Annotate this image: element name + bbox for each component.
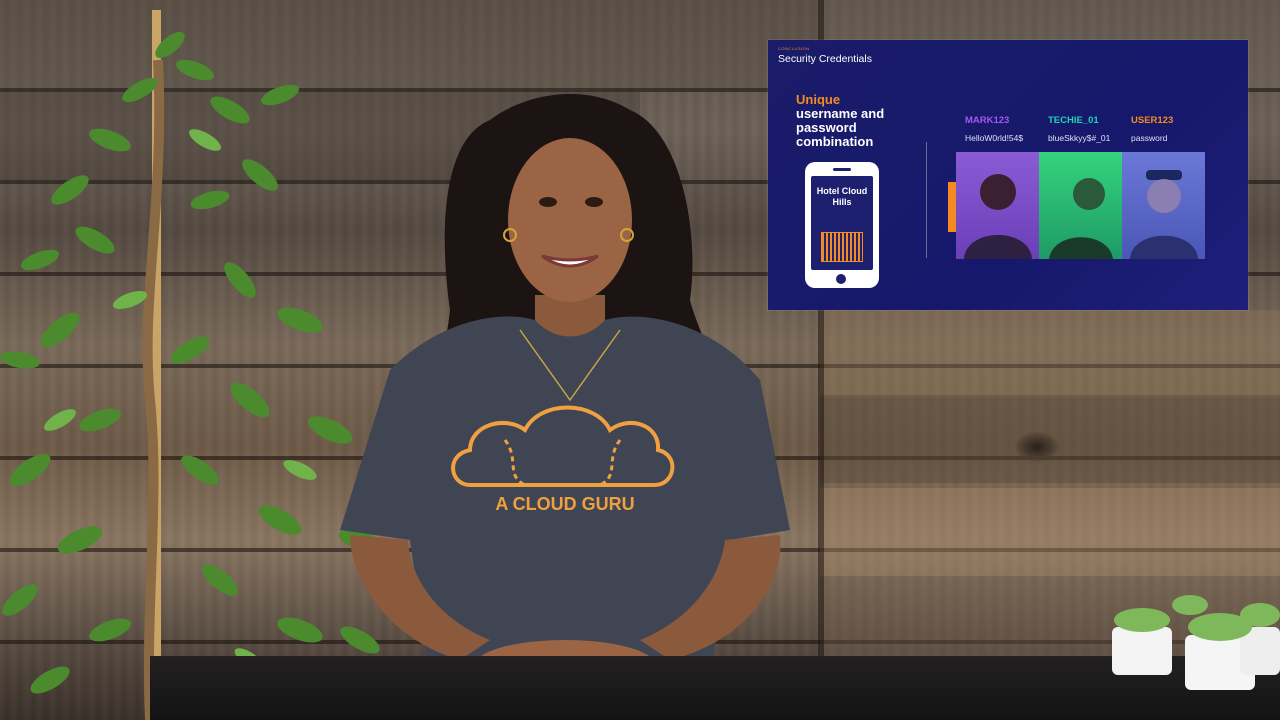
wall-plank	[820, 310, 1280, 398]
slide-heading-accent: Unique	[796, 92, 841, 107]
password-3: password	[1131, 133, 1168, 143]
person-silhouette-icon	[1049, 178, 1113, 259]
eye	[539, 197, 557, 207]
username-3: USER123	[1131, 115, 1174, 126]
presenter: A CLOUD GURU	[340, 93, 790, 690]
plant-leaves	[0, 31, 382, 694]
slide-overlay: CONCLUSION Security Credentials Unique u…	[768, 40, 1248, 310]
pot	[1112, 627, 1172, 675]
password-1: HelloW0rld!54$	[965, 133, 1024, 143]
user-photo-2	[1039, 152, 1122, 259]
phone-speaker	[833, 168, 851, 171]
slide-title: Security Credentials	[778, 53, 872, 65]
slide-eyebrow: CONCLUSION	[778, 46, 810, 51]
user-photo-1	[956, 152, 1039, 259]
phone-screen: Hotel Cloud Hills	[811, 176, 873, 270]
username-1: MARK123	[965, 115, 1010, 126]
wall-plank	[820, 488, 1280, 576]
eye	[585, 197, 603, 207]
person-silhouette-icon	[1130, 170, 1198, 259]
slide-heading: username and password combination	[796, 106, 885, 149]
smartphone-icon: Hotel Cloud Hills	[805, 162, 879, 288]
face	[508, 138, 632, 302]
slide-divider	[926, 142, 927, 258]
username-2: TECHIE_01	[1048, 115, 1099, 126]
password-2: blueSkkyy$#_01	[1048, 133, 1111, 143]
person-silhouette-icon	[964, 174, 1032, 259]
wood-knot	[1015, 432, 1059, 462]
succulent-pots	[1112, 595, 1280, 690]
plant-leaves-highlight	[44, 129, 317, 672]
phone-home-button	[836, 274, 846, 284]
phone-hotel-label: Hotel Cloud Hills	[816, 186, 868, 207]
shirt-text: A CLOUD GURU	[495, 494, 634, 514]
barcode-icon	[821, 232, 863, 262]
user-photo-3	[1122, 152, 1205, 259]
